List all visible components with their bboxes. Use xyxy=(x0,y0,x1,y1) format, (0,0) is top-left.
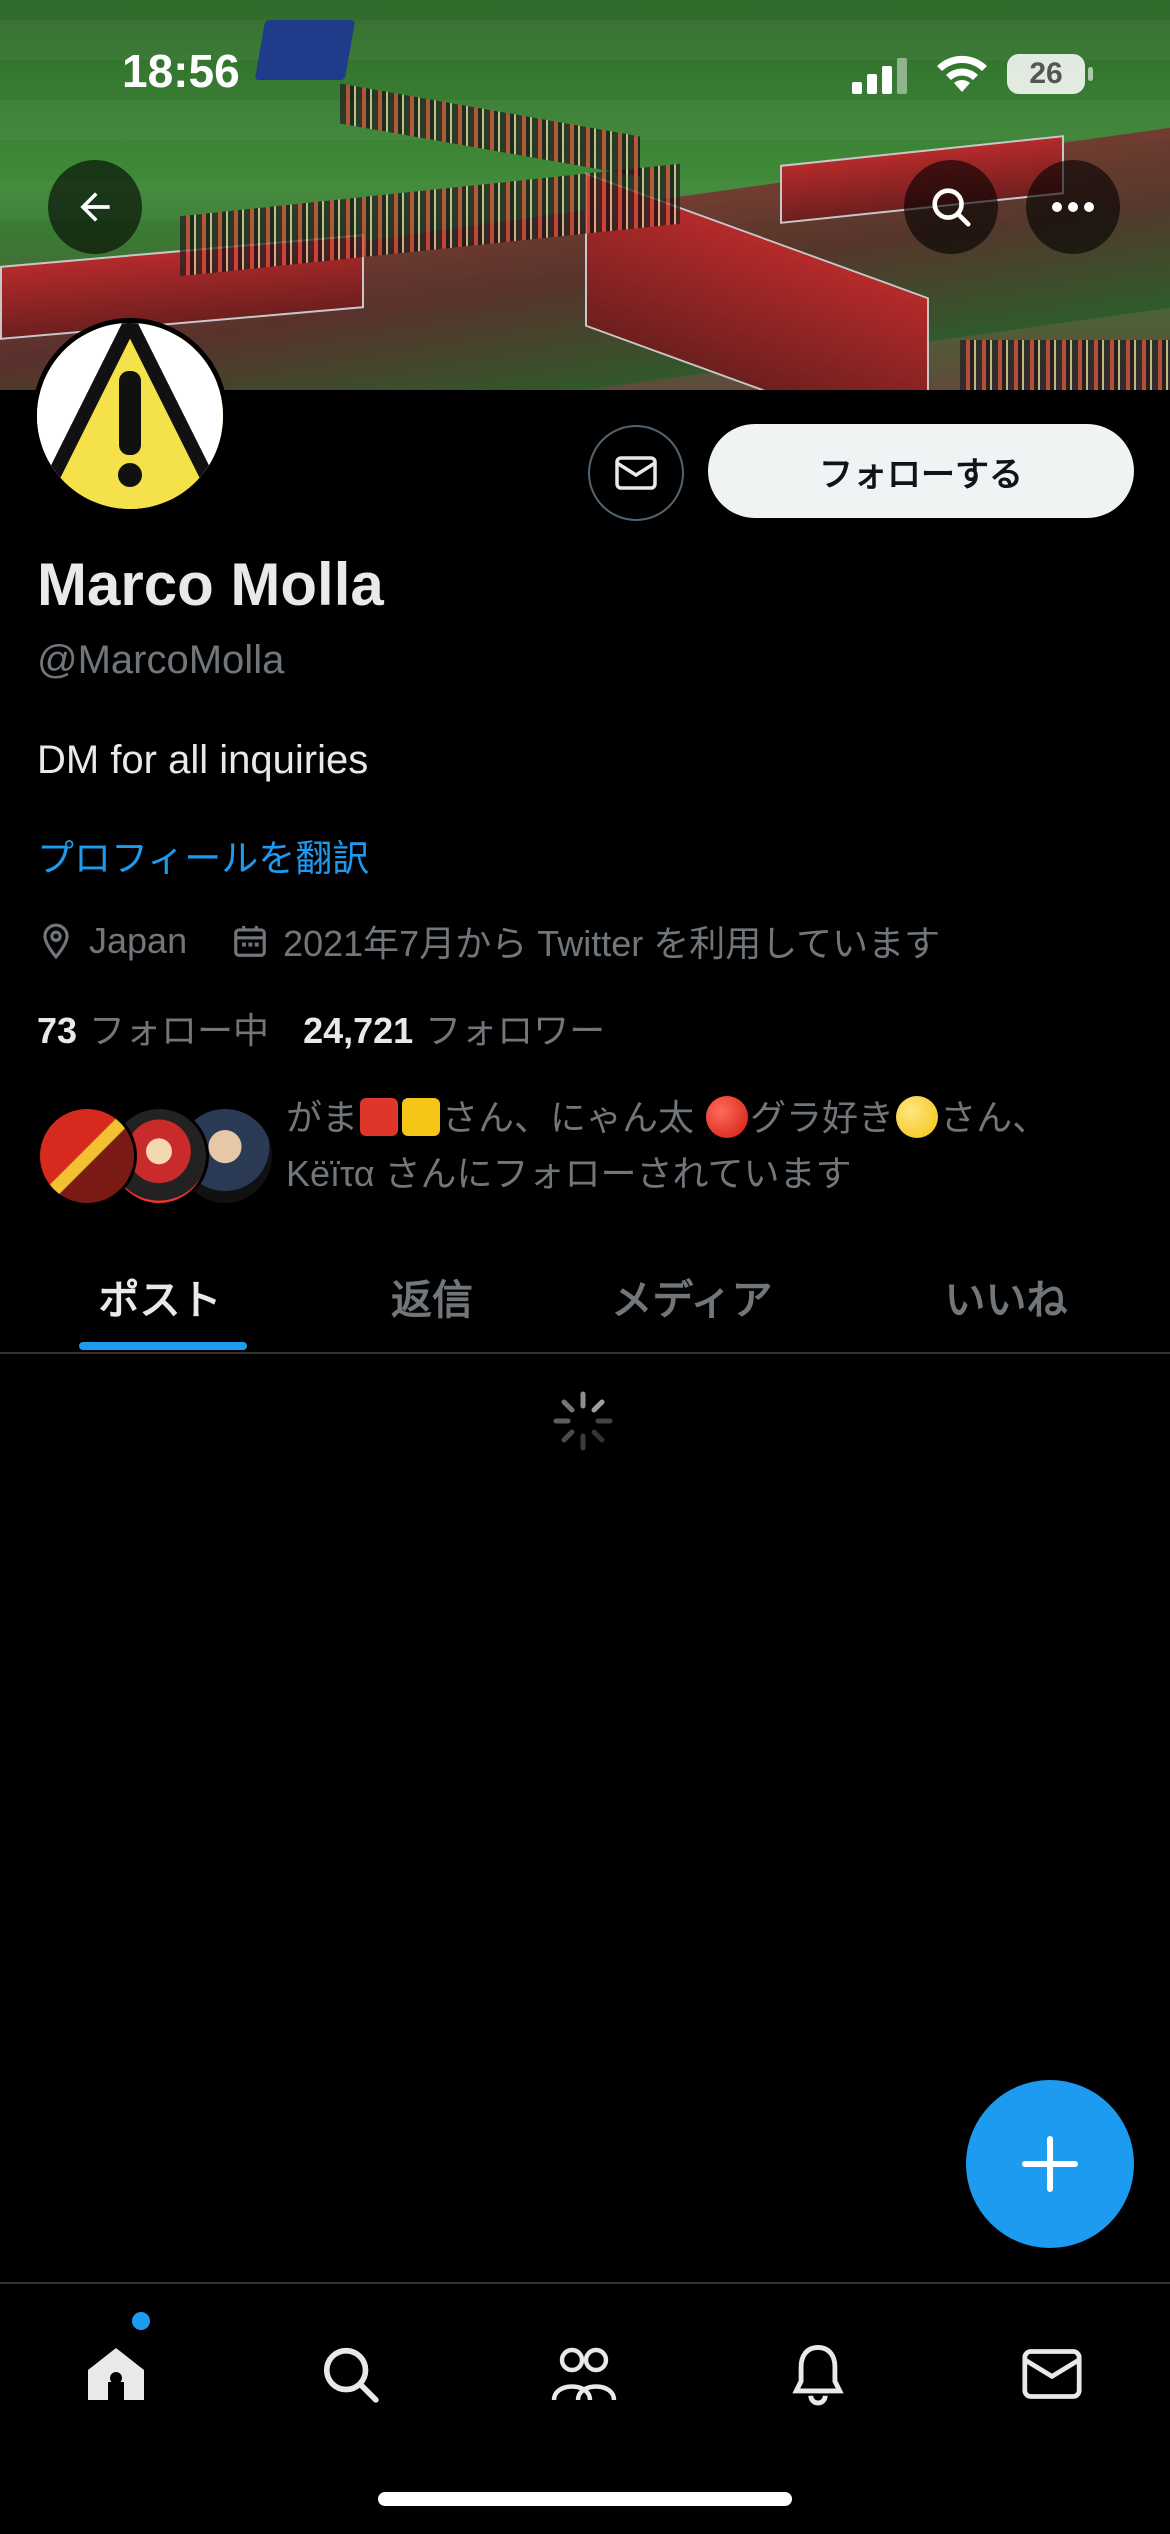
nav-home[interactable] xyxy=(56,2324,176,2424)
followers-you-know-avatars[interactable] xyxy=(37,1096,275,1206)
home-icon xyxy=(88,2348,144,2400)
followers-link[interactable]: 24,721 フォロワー xyxy=(303,1002,605,1054)
home-indicator[interactable] xyxy=(378,2492,792,2506)
more-dots-icon xyxy=(1052,202,1094,212)
warning-sign-icon xyxy=(37,323,223,509)
notifications-bell-icon xyxy=(792,2344,844,2406)
search-button[interactable] xyxy=(904,160,998,254)
display-name: Marco Molla xyxy=(37,551,384,618)
notification-dot xyxy=(132,2312,150,2330)
yellow-circle-emoji xyxy=(896,1096,939,1138)
following-count: 73 xyxy=(37,1010,78,1051)
nav-search[interactable] xyxy=(290,2324,410,2424)
tab-posts[interactable]: ポスト xyxy=(40,1240,280,1352)
followers-you-know-text[interactable]: がま さん、にゃん太 グラ好き さん、 Këïτα さんにフォローされています xyxy=(286,1090,1126,1202)
cellular-signal-icon xyxy=(852,58,912,99)
yellow-square-emoji xyxy=(402,1098,441,1136)
location-text: Japan xyxy=(89,920,188,961)
search-icon xyxy=(323,2347,379,2403)
plus-icon xyxy=(1022,2136,1078,2192)
avatar xyxy=(37,1106,137,1206)
followers-count: 24,721 xyxy=(303,1010,414,1051)
active-tab-indicator xyxy=(79,1342,247,1350)
compose-post-button[interactable] xyxy=(966,2080,1134,2248)
follow-counts: 73 フォロー中 24,721 フォロワー xyxy=(37,1002,605,1054)
handle: @MarcoMolla xyxy=(37,638,285,682)
avatar[interactable] xyxy=(32,318,228,514)
status-time: 18:56 xyxy=(122,45,240,97)
red-square-emoji xyxy=(360,1098,399,1136)
location-pin-icon xyxy=(43,923,69,960)
communities-icon xyxy=(551,2347,617,2401)
arrow-left-icon xyxy=(80,192,110,222)
message-button[interactable] xyxy=(588,425,684,521)
search-icon xyxy=(932,188,971,227)
tab-likes[interactable]: いいね xyxy=(886,1240,1126,1352)
profile-tabs: ポスト 返信 メディア いいね xyxy=(0,1240,1170,1354)
nav-notifications[interactable] xyxy=(758,2324,878,2424)
nav-communities[interactable] xyxy=(524,2324,644,2424)
bio: DM for all inquiries xyxy=(37,738,369,782)
follow-button[interactable]: フォローする xyxy=(708,424,1134,518)
more-button[interactable] xyxy=(1026,160,1120,254)
following-label: フォロー中 xyxy=(89,1010,270,1051)
envelope-icon xyxy=(1022,2349,1082,2399)
tab-media[interactable]: メディア xyxy=(572,1240,812,1352)
red-circle-emoji xyxy=(706,1096,749,1138)
translate-profile-link[interactable]: プロフィールを翻訳 xyxy=(37,828,369,882)
wifi-icon xyxy=(934,52,990,99)
loading-spinner-icon xyxy=(552,1390,614,1452)
calendar-icon xyxy=(234,925,266,957)
back-button[interactable] xyxy=(48,160,142,254)
nav-messages[interactable] xyxy=(992,2324,1112,2424)
battery-indicator: 26 xyxy=(1007,54,1093,94)
followers-label: フォロワー xyxy=(425,1010,606,1051)
following-link[interactable]: 73 フォロー中 xyxy=(37,1002,269,1054)
envelope-icon xyxy=(615,456,657,490)
profile-meta-row: Japan 2021年7月から Twitter を利用しています xyxy=(37,915,940,967)
joined-date: 2021年7月から Twitter を利用しています xyxy=(283,923,941,964)
tab-replies[interactable]: 返信 xyxy=(312,1240,552,1352)
